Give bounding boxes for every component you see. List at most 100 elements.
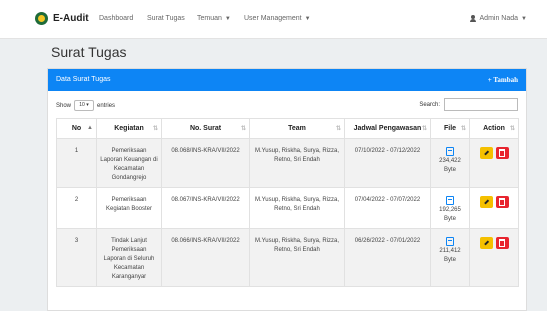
search-label: Search: <box>419 101 440 108</box>
cell-no: 2 <box>56 187 97 229</box>
cell-jadwal: 07/10/2022 - 07/12/2022 <box>344 138 431 188</box>
col-kegiatan-label: Kegiatan <box>114 125 144 132</box>
cell-no: 3 <box>56 228 97 287</box>
user-name: Admin Nada <box>479 15 519 22</box>
table-header-row: No ▲ Kegiatan ⇅ No. Surat ⇅ Team ⇅ Jadwal Pe… <box>56 118 519 139</box>
action-group <box>473 237 515 249</box>
cell-jadwal: 06/26/2022 - 07/01/2022 <box>344 228 431 287</box>
cell-team: M.Yusup, Riskha, Surya, Rizza, Retno, Sr… <box>249 138 345 188</box>
col-action-header[interactable]: Action ⇅ <box>469 118 519 139</box>
nav-temuan-label: Temuan <box>197 15 222 22</box>
col-team-header[interactable]: Team ⇅ <box>249 118 345 139</box>
col-no-surat-label: No. Surat <box>189 125 222 132</box>
logo-icon <box>35 12 48 25</box>
table-row: 2 Pemeriksaan Kegiatan Booster 08.067/IN… <box>56 187 519 229</box>
trash-icon <box>499 198 505 206</box>
cell-team: M.Yusup, Riskha, Surya, Rizza, Retno, Sr… <box>249 187 345 229</box>
cell-kegiatan: Pemeriksaan Laporan Keuangan di Kecamata… <box>96 138 162 188</box>
cell-team: M.Yusup, Riskha, Surya, Rizza, Retno, Sr… <box>249 228 345 287</box>
user-menu[interactable]: Admin Nada ▼ <box>469 15 527 22</box>
chevron-down-icon: ▼ <box>224 16 231 22</box>
cell-no: 1 <box>56 138 97 188</box>
trash-icon <box>499 149 505 157</box>
sort-arrows-icon: ⇅ <box>421 126 427 132</box>
file-unit: Byte <box>443 167 456 173</box>
action-group <box>473 196 515 208</box>
sort-arrows-icon: ⇅ <box>152 126 158 132</box>
cell-jadwal: 07/04/2022 - 07/07/2022 <box>344 187 431 229</box>
delete-button[interactable] <box>495 196 509 208</box>
file-size: 211,412 <box>439 248 461 254</box>
navbar: E-Audit Dashboard Surat Tugas Temuan ▼ Us… <box>0 0 547 39</box>
cell-no-surat: 08.066/INS-KRA/VII/2022 <box>161 228 250 287</box>
sort-up-icon: ▲ <box>87 125 93 131</box>
data-card: Data Surat Tugas + Tambah Show 10 ▾ entr… <box>47 68 527 311</box>
card-title: Data Surat Tugas <box>56 76 111 83</box>
col-no-header[interactable]: No ▲ <box>56 118 97 139</box>
file-size: 192,265 <box>439 207 461 213</box>
col-action-label: Action <box>483 125 505 132</box>
cell-file: 234,422 Byte <box>430 138 470 188</box>
col-kegiatan-header[interactable]: Kegiatan ⇅ <box>96 118 162 139</box>
chevron-down-icon: ▼ <box>521 15 527 22</box>
col-jadwal-label: Jadwal Pengawasan <box>353 125 422 132</box>
entries-length: Show 10 ▾ entries <box>56 100 115 111</box>
nav-surat-tugas[interactable]: Surat Tugas <box>147 15 185 22</box>
trash-icon <box>499 239 505 247</box>
cell-action <box>469 138 519 188</box>
delete-button[interactable] <box>495 147 509 159</box>
nav-temuan[interactable]: Temuan ▼ <box>197 15 231 22</box>
search-input[interactable] <box>444 98 518 111</box>
cell-kegiatan: Tindak Lanjut Pemeriksaan Laporan di Sel… <box>96 228 162 287</box>
cell-file: 192,265 Byte <box>430 187 470 229</box>
nav-user-management-label: User Management <box>244 15 302 22</box>
add-button[interactable]: + Tambah <box>488 76 518 84</box>
page-title: Surat Tugas <box>51 44 127 60</box>
cell-action <box>469 187 519 229</box>
col-file-header[interactable]: File ⇅ <box>430 118 470 139</box>
user-icon <box>469 15 476 22</box>
brand[interactable]: E-Audit <box>35 12 89 25</box>
chevron-down-icon: ▼ <box>304 16 311 22</box>
col-file-label: File <box>443 125 457 132</box>
cell-kegiatan: Pemeriksaan Kegiatan Booster <box>96 187 162 229</box>
table-row: 1 Pemeriksaan Laporan Keuangan di Kecama… <box>56 138 519 188</box>
sort-arrows-icon: ⇅ <box>509 126 515 132</box>
pencil-icon <box>483 240 489 246</box>
col-jadwal-header[interactable]: Jadwal Pengawasan ⇅ <box>344 118 431 139</box>
file-icon[interactable] <box>446 237 454 246</box>
sort-arrows-icon: ⇅ <box>460 126 466 132</box>
entries-select-value: 10 <box>79 102 85 108</box>
sort-arrows-icon: ⇅ <box>335 126 341 132</box>
col-no-label: No <box>71 125 82 132</box>
nav-dashboard[interactable]: Dashboard <box>99 15 133 22</box>
file-unit: Byte <box>443 257 456 263</box>
cell-action <box>469 228 519 287</box>
cell-file: 211,412 Byte <box>430 228 470 287</box>
nav-dashboard-label: Dashboard <box>99 15 134 22</box>
edit-button[interactable] <box>479 147 493 159</box>
file-icon[interactable] <box>446 196 454 205</box>
pencil-icon <box>483 150 489 156</box>
data-table: No ▲ Kegiatan ⇅ No. Surat ⇅ Team ⇅ Jadwal Pe… <box>56 118 519 287</box>
cell-no-surat: 08.067/INS-KRA/VII/2022 <box>161 187 250 229</box>
file-size: 234,422 <box>439 158 461 164</box>
nav-user-management[interactable]: User Management ▼ <box>244 15 311 22</box>
file-unit: Byte <box>443 216 456 222</box>
cell-no-surat: 08.068/INS-KRA/VII/2022 <box>161 138 250 188</box>
sort-arrows-icon: ⇅ <box>240 126 246 132</box>
file-icon[interactable] <box>446 147 454 156</box>
table-row: 3 Tindak Lanjut Pemeriksaan Laporan di S… <box>56 228 519 287</box>
action-group <box>473 147 515 159</box>
edit-button[interactable] <box>479 196 493 208</box>
brand-name: E-Audit <box>53 13 89 24</box>
search-area: Search: <box>419 98 518 111</box>
delete-button[interactable] <box>495 237 509 249</box>
col-team-label: Team <box>288 125 306 132</box>
pencil-icon <box>483 199 489 205</box>
edit-button[interactable] <box>479 237 493 249</box>
card-header: Data Surat Tugas + Tambah <box>48 69 526 91</box>
col-no-surat-header[interactable]: No. Surat ⇅ <box>161 118 250 139</box>
entries-select[interactable]: 10 ▾ <box>74 100 95 111</box>
nav-surat-tugas-label: Surat Tugas <box>147 15 185 22</box>
